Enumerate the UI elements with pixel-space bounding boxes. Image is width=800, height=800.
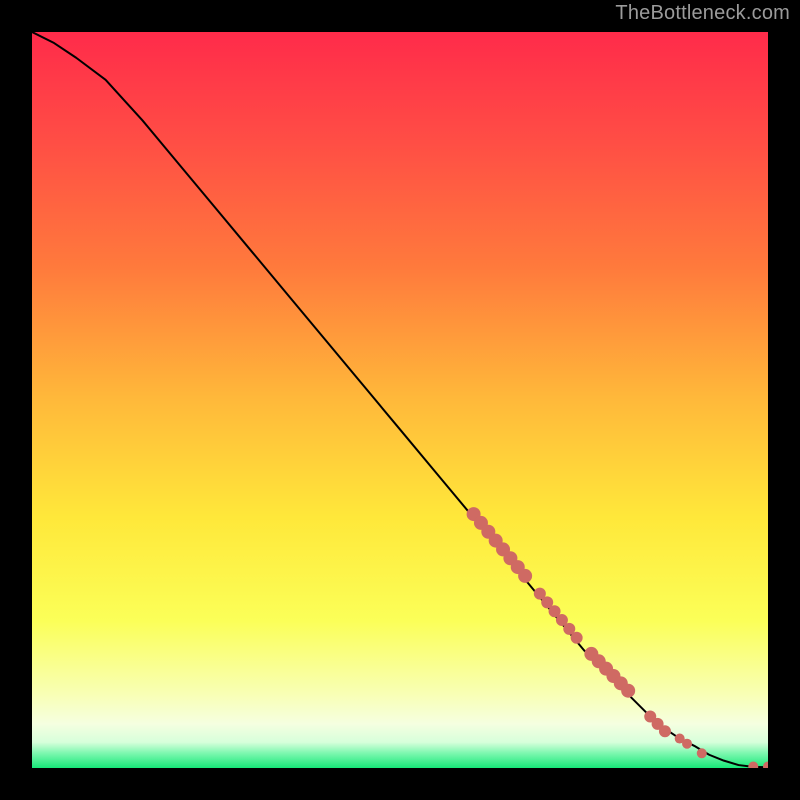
- attribution-label: TheBottleneck.com: [615, 2, 790, 25]
- chart-svg: [32, 32, 768, 768]
- gradient-background: [32, 32, 768, 768]
- plot-area: [32, 32, 768, 768]
- chart-frame: TheBottleneck.com: [0, 0, 800, 800]
- data-marker: [621, 684, 635, 698]
- data-marker: [659, 725, 671, 737]
- data-marker: [682, 739, 692, 749]
- data-marker: [571, 632, 583, 644]
- data-marker: [697, 748, 707, 758]
- data-marker: [518, 569, 532, 583]
